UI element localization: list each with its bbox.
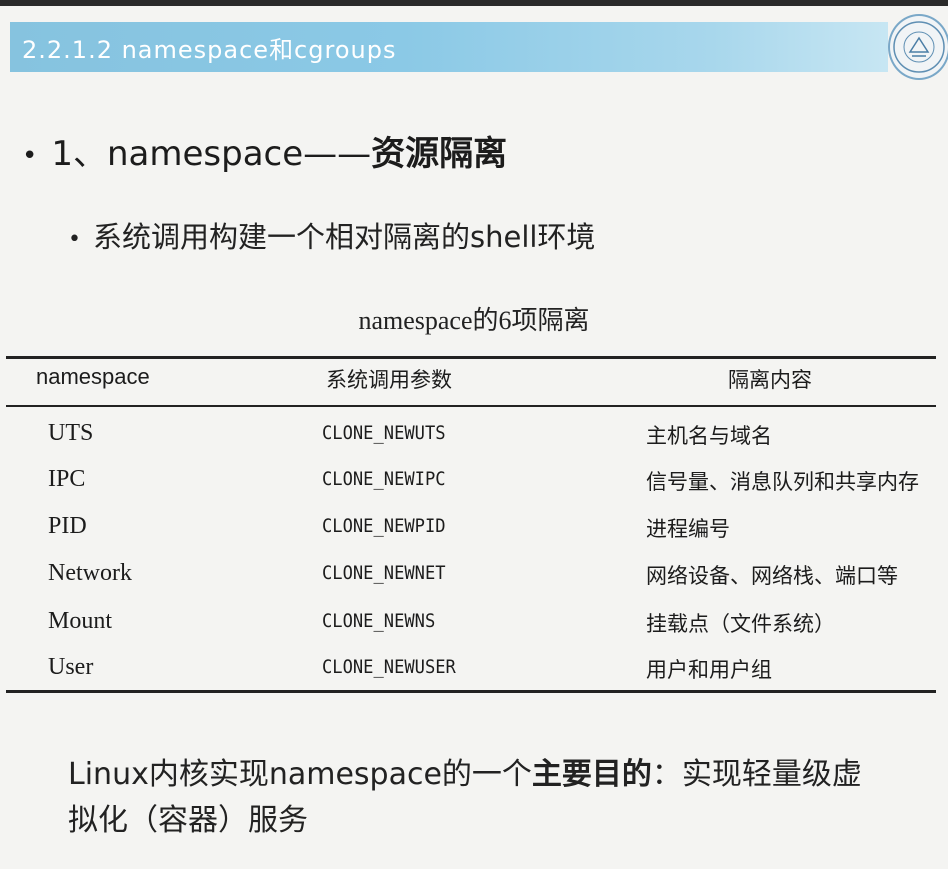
main-bullet-emphasis: 资源隔离 bbox=[371, 134, 508, 174]
summary-text: Linux内核实现namespace的一个主要目的：实现轻量级虚拟化（容器）服务 bbox=[68, 752, 888, 844]
flag-cell: CLONE_NEWIPC bbox=[322, 468, 446, 490]
table-header-rule bbox=[6, 405, 936, 407]
table-bottom-rule bbox=[6, 690, 936, 693]
university-seal-icon bbox=[888, 14, 948, 80]
top-border bbox=[0, 0, 948, 6]
table-row: Mount CLONE_NEWNS 挂载点（文件系统） bbox=[6, 608, 936, 648]
column-header: 隔离内容 bbox=[728, 368, 812, 392]
flag-cell: CLONE_NEWPID bbox=[322, 515, 446, 537]
bullet-icon: • bbox=[68, 226, 81, 252]
isolation-cell: 用户和用户组 bbox=[646, 658, 772, 682]
namespace-cell: Network bbox=[48, 560, 132, 586]
isolation-cell: 主机名与域名 bbox=[646, 424, 772, 448]
flag-cell: CLONE_NEWUTS bbox=[322, 422, 446, 444]
column-header: 系统调用参数 bbox=[326, 368, 452, 392]
table-row: UTS CLONE_NEWUTS 主机名与域名 bbox=[6, 420, 936, 460]
table-row: Network CLONE_NEWNET 网络设备、网络栈、端口等 bbox=[6, 560, 936, 600]
isolation-cell: 挂载点（文件系统） bbox=[646, 612, 835, 636]
namespace-cell: User bbox=[48, 654, 94, 680]
summary-emphasis: 主要目的 bbox=[531, 757, 652, 792]
flag-cell: CLONE_NEWUSER bbox=[322, 656, 456, 678]
sub-bullet: • 系统调用构建一个相对隔离的shell环境 bbox=[68, 214, 595, 256]
table-top-rule bbox=[6, 356, 936, 359]
namespace-cell: Mount bbox=[48, 608, 113, 634]
flag-cell: CLONE_NEWNET bbox=[322, 562, 446, 584]
slide-title: 2.2.1.2 namespace和cgroups bbox=[22, 36, 397, 64]
isolation-cell: 网络设备、网络栈、端口等 bbox=[646, 564, 898, 588]
isolation-cell: 信号量、消息队列和共享内存 bbox=[646, 470, 919, 494]
table-header-row: namespace 系统调用参数 隔离内容 bbox=[6, 364, 936, 404]
title-bar: 2.2.1.2 namespace和cgroups bbox=[10, 22, 888, 72]
table-caption: namespace的6项隔离 bbox=[358, 306, 590, 335]
flag-cell: CLONE_NEWNS bbox=[322, 610, 436, 632]
main-bullet: • 1、namespace——资源隔离 bbox=[22, 126, 507, 175]
isolation-cell: 进程编号 bbox=[646, 517, 730, 541]
table-row: User CLONE_NEWUSER 用户和用户组 bbox=[6, 654, 936, 694]
namespace-cell: UTS bbox=[48, 420, 94, 446]
namespace-cell: IPC bbox=[48, 466, 86, 492]
sub-bullet-text: 系统调用构建一个相对隔离的shell环境 bbox=[92, 220, 596, 254]
column-header: namespace bbox=[36, 364, 150, 389]
table-row: IPC CLONE_NEWIPC 信号量、消息队列和共享内存 bbox=[6, 466, 936, 506]
bullet-icon: • bbox=[22, 140, 38, 171]
summary-prefix: Linux内核实现namespace的一个 bbox=[68, 757, 532, 792]
main-bullet-prefix: 1、namespace—— bbox=[51, 134, 372, 174]
table-row: PID CLONE_NEWPID 进程编号 bbox=[6, 513, 936, 553]
namespace-cell: PID bbox=[48, 513, 87, 539]
